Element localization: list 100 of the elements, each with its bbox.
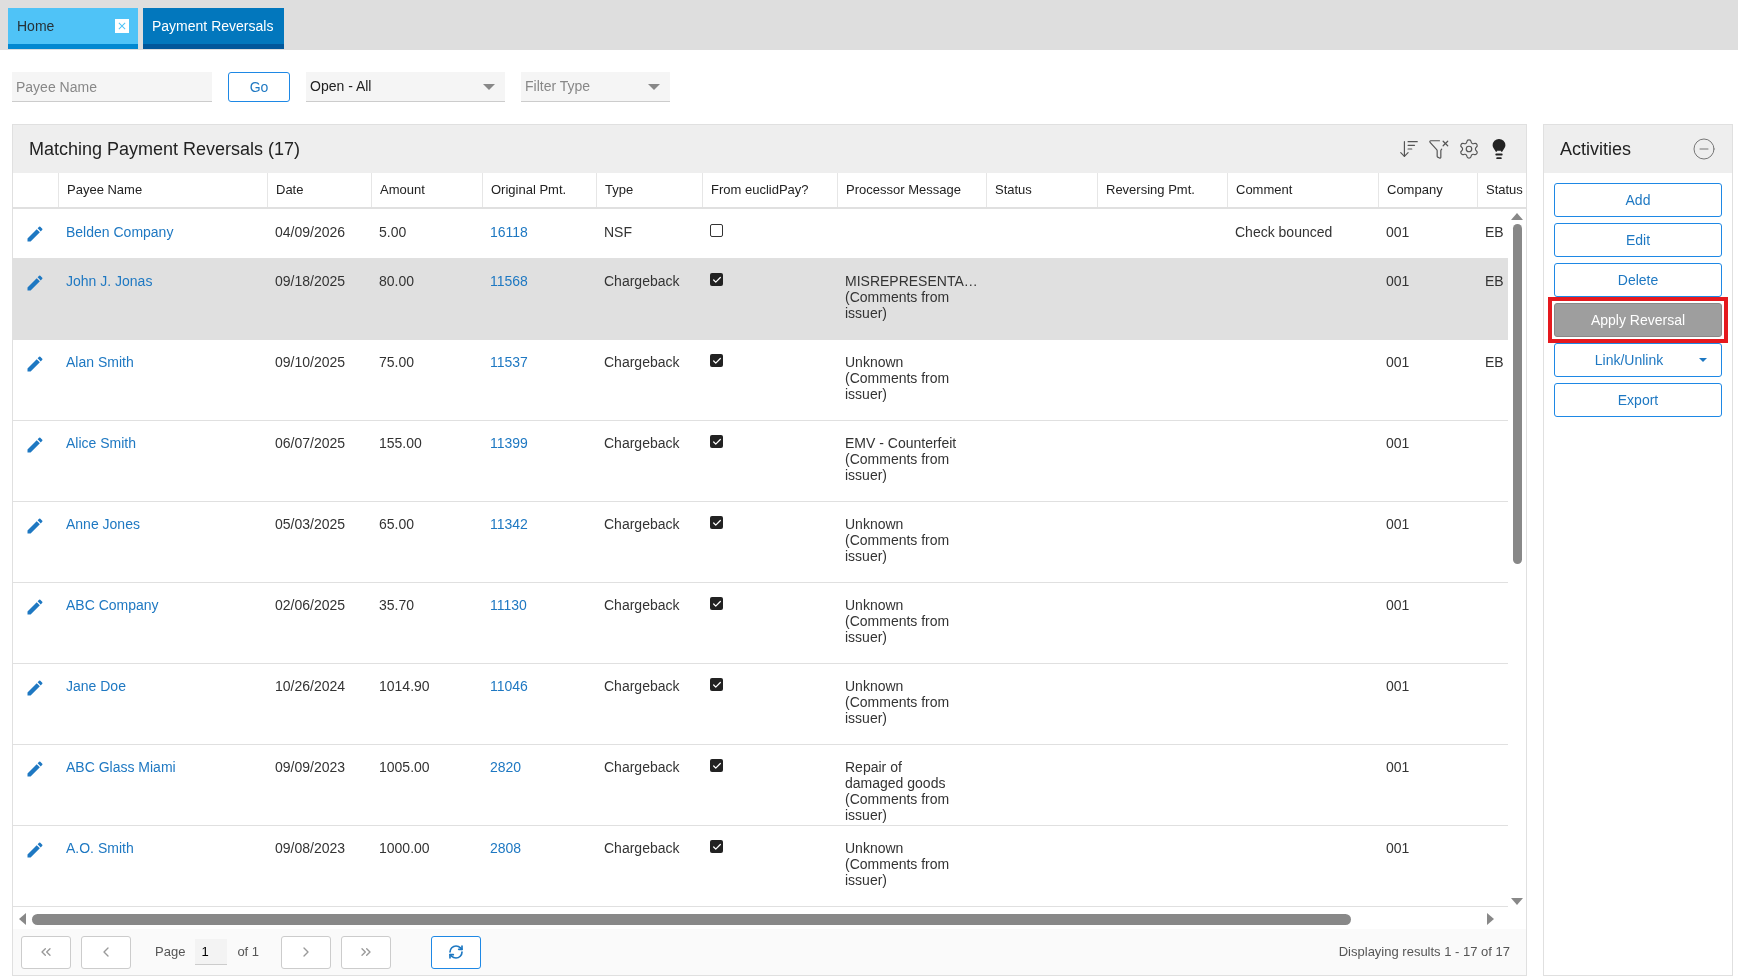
column-header[interactable]: Comment: [1236, 180, 1293, 200]
edit-icon[interactable]: [25, 224, 45, 244]
tab[interactable]: Home: [8, 8, 138, 49]
action-button[interactable]: Export: [1554, 383, 1722, 417]
checkbox[interactable]: [710, 759, 723, 772]
collapse-icon[interactable]: [1692, 137, 1716, 161]
column-header[interactable]: Type: [605, 180, 634, 200]
table-cell: EB: [1485, 354, 1504, 370]
activities-title: Activities: [1560, 137, 1631, 161]
table-link[interactable]: 11046: [490, 678, 528, 694]
column-header[interactable]: Original Pmt.: [491, 180, 567, 200]
dropdown-button[interactable]: Link/Unlink: [1554, 343, 1722, 377]
table-link[interactable]: Alice Smith: [66, 435, 137, 451]
table-cell: 001: [1386, 435, 1410, 451]
table-cell: 75.00: [379, 354, 415, 370]
table-link[interactable]: ABC Glass Miami: [66, 759, 176, 775]
table-cell: EB: [1485, 224, 1504, 240]
table-link[interactable]: Alan Smith: [66, 354, 134, 370]
page-number-field[interactable]: 1: [195, 939, 228, 965]
table-cell-text: Unknown (Comments from issuer): [845, 840, 951, 888]
edit-icon[interactable]: [25, 435, 45, 455]
table-cell: 80.00: [379, 273, 415, 289]
table-link[interactable]: ABC Company: [66, 597, 159, 613]
column-header[interactable]: Company: [1387, 180, 1443, 200]
column-header[interactable]: Status: [1486, 180, 1523, 200]
table-link[interactable]: 11399: [490, 435, 528, 451]
table-link[interactable]: 11342: [490, 516, 528, 532]
checkbox[interactable]: [710, 435, 723, 448]
table-link[interactable]: 11568: [490, 273, 528, 289]
table-cell: 1005.00: [379, 759, 430, 775]
table-link[interactable]: John J. Jonas: [66, 273, 153, 289]
checkbox[interactable]: [710, 516, 723, 529]
table-cell: Chargeback: [604, 273, 680, 289]
edit-icon[interactable]: [25, 273, 45, 293]
table-link[interactable]: A.O. Smith: [66, 840, 134, 856]
page-label: Page: [155, 943, 186, 962]
table-cell: EB: [1485, 273, 1504, 289]
table-cell: 001: [1386, 759, 1410, 775]
checkbox[interactable]: [710, 840, 723, 853]
table-link[interactable]: 2808: [490, 840, 522, 856]
refresh-icon: [448, 944, 465, 960]
status-dropdown[interactable]: Open - All: [306, 72, 505, 102]
edit-icon[interactable]: [25, 354, 45, 374]
table-cell: Chargeback: [604, 759, 680, 775]
table-cell: Chargeback: [604, 435, 680, 451]
table-cell: Chargeback: [604, 354, 680, 370]
table-link[interactable]: 16118: [490, 224, 528, 240]
checkbox[interactable]: [710, 354, 723, 367]
checkbox[interactable]: [710, 273, 723, 286]
table-cell: 04/09/2026: [275, 224, 346, 240]
settings-icon[interactable]: [1458, 138, 1480, 160]
table-cell: 1000.00: [379, 840, 430, 856]
table-link[interactable]: Jane Doe: [66, 678, 126, 694]
sort-icon[interactable]: [1398, 138, 1420, 160]
table-link[interactable]: Anne Jones: [66, 516, 140, 532]
table-cell: NSF: [604, 224, 632, 240]
edit-icon[interactable]: [25, 516, 45, 536]
table-cell: 001: [1386, 224, 1410, 240]
checkbox[interactable]: [710, 224, 723, 237]
table-cell: 001: [1386, 354, 1410, 370]
column-header[interactable]: Date: [276, 180, 304, 200]
table-link[interactable]: 11537: [490, 354, 528, 370]
checkbox[interactable]: [710, 678, 723, 691]
page-count: of 1: [237, 943, 260, 962]
table-cell-text: Repair of damaged goods (Comments from issuer): [845, 759, 951, 823]
table-cell-text: Unknown (Comments from issuer): [845, 597, 951, 645]
table-row[interactable]: John J. Jonas 09/18/2025 80.00 11568 Chargeback MISREPRESENTA… (Comments from issuer) 001 EB: [13, 259, 1508, 340]
column-header[interactable]: From euclidPay?: [711, 180, 809, 200]
edit-icon[interactable]: [25, 840, 45, 860]
column-header[interactable]: Status: [995, 180, 1032, 200]
edit-icon[interactable]: [25, 597, 45, 617]
table-link[interactable]: 2820: [490, 759, 522, 775]
column-header[interactable]: Payee Name: [67, 180, 143, 200]
table-cell: Chargeback: [604, 516, 680, 532]
filter-clear-icon[interactable]: [1428, 138, 1450, 160]
table-cell: MISREPRESENTA… (Comments from issuer): [845, 273, 978, 321]
action-button[interactable]: Apply Reversal: [1554, 303, 1722, 337]
edit-icon[interactable]: [25, 759, 45, 779]
payee-search-field[interactable]: Payee Name: [12, 72, 212, 102]
table-cell: 001: [1386, 597, 1410, 613]
action-button[interactable]: Edit: [1554, 223, 1722, 257]
column-header[interactable]: Reversing Pmt.: [1106, 180, 1195, 200]
tab[interactable]: Payment Reversals: [143, 8, 284, 49]
checkbox[interactable]: [710, 597, 723, 610]
table-link[interactable]: Belden Company: [66, 224, 174, 240]
results-summary: Displaying results 1 - 17 of 17: [1338, 943, 1510, 962]
refresh-button[interactable]: [431, 935, 482, 969]
grid-title: Matching Payment Reversals (17): [29, 137, 301, 161]
column-header[interactable]: Processor Message: [846, 180, 961, 200]
table-link[interactable]: 11130: [490, 597, 527, 613]
column-header[interactable]: Amount: [380, 180, 425, 200]
action-button[interactable]: Add: [1554, 183, 1722, 217]
edit-icon[interactable]: [25, 678, 45, 698]
table-cell: 001: [1386, 516, 1410, 532]
go-button[interactable]: Go: [228, 72, 290, 102]
type-dropdown[interactable]: Filter Type: [521, 72, 670, 102]
table-cell: Chargeback: [604, 678, 680, 694]
action-button[interactable]: Delete: [1554, 263, 1722, 297]
table-cell: 155.00: [379, 435, 422, 451]
table-cell: Check bounced: [1235, 224, 1333, 240]
